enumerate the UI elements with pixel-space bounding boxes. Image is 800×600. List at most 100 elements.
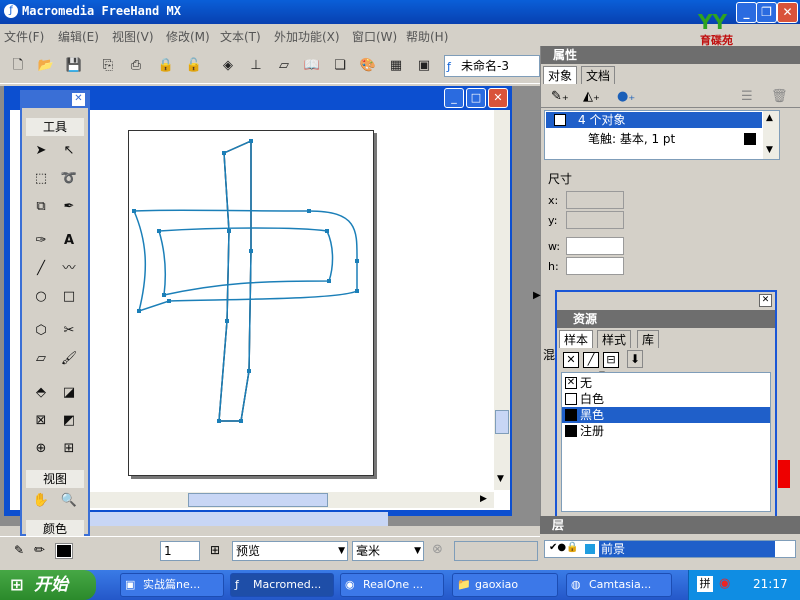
add-fill-icon[interactable]: ◭₊ <box>583 89 600 104</box>
layer-row[interactable]: ✔●🔒 前景 <box>544 540 796 558</box>
units-select[interactable]: 毫米 ▼ <box>352 541 424 561</box>
blend-tool-icon[interactable]: ⬘ <box>30 382 52 404</box>
tools-panel-header[interactable]: ✕ <box>22 92 88 108</box>
pen-tool-icon[interactable]: ✑ <box>30 230 52 252</box>
horizontal-scroll-thumb[interactable] <box>188 493 328 507</box>
swatch-item-white[interactable]: 白色 <box>562 391 770 407</box>
shadow-tool-icon[interactable]: ◪ <box>58 382 80 404</box>
properties-panel-header[interactable]: 属性 <box>541 46 800 64</box>
scroll-up-arrow-icon[interactable]: ▲ <box>766 113 773 123</box>
table-icon[interactable]: ▦ <box>386 56 406 76</box>
object-list-selected-row[interactable]: 4 个对象 <box>546 112 762 128</box>
add-effect-icon[interactable]: ●₊ <box>617 89 635 104</box>
menu-help[interactable]: 帮助(H) <box>406 28 448 45</box>
export-icon[interactable]: ⎙ <box>126 56 146 76</box>
doc-minimize-button[interactable]: _ <box>444 88 464 108</box>
horizontal-scrollbar[interactable]: ▶ <box>88 492 494 508</box>
scroll-right-arrow-icon[interactable]: ▶ <box>480 494 487 504</box>
save-icon[interactable]: 💾 <box>64 56 84 76</box>
doc-close-button[interactable]: ✕ <box>488 88 508 108</box>
ime-icon[interactable]: 拼 <box>697 576 713 592</box>
menu-window[interactable]: 窗口(W) <box>352 28 397 45</box>
rectangle-tool-icon[interactable]: □ <box>58 286 80 308</box>
document-selector[interactable]: ƒ 未命名-3 <box>444 55 540 77</box>
transform-icon[interactable]: ▱ <box>274 56 294 76</box>
eyedropper-tool-icon[interactable]: ✒ <box>58 196 80 218</box>
envelope-tool-icon[interactable]: ⊠ <box>30 410 52 432</box>
view-mode-select[interactable]: 预览 ▼ <box>232 541 348 561</box>
lock-icon[interactable]: 🔒 <box>156 56 176 76</box>
page-number-field[interactable]: 1 <box>160 541 200 561</box>
tools-close-icon[interactable]: ✕ <box>72 93 85 106</box>
taskbar-item-2[interactable]: ƒ Macromed... <box>230 573 334 597</box>
layers-icon[interactable]: ❏ <box>330 56 350 76</box>
group-icon[interactable]: ◈ <box>218 56 238 76</box>
add-stroke-icon[interactable]: ✎₊ <box>551 89 569 104</box>
text-tool-icon[interactable]: A <box>58 230 80 252</box>
stroke-color-icon[interactable]: ✏ <box>34 543 45 558</box>
add-page-icon[interactable]: ⊞ <box>210 543 220 557</box>
page-tool-icon[interactable]: ⬚ <box>30 168 52 190</box>
connector-tool-icon[interactable]: ⊞ <box>58 438 80 460</box>
maximize-button[interactable]: ❐ <box>756 2 777 23</box>
knife-tool-icon[interactable]: ✂ <box>58 320 80 342</box>
duplicate-attr-icon[interactable]: ☰ <box>741 89 753 104</box>
zoom-tool-icon[interactable]: 🔍 <box>58 490 80 512</box>
layer-visible-icon[interactable]: ✔●🔒 <box>549 542 579 553</box>
subselect-tool-icon[interactable]: ↖ <box>58 140 80 162</box>
unlock-icon[interactable]: 🔓 <box>184 56 204 76</box>
import-icon[interactable]: ⎘ <box>98 56 118 76</box>
tab-library[interactable]: 库 <box>637 330 660 348</box>
pointer-tool-icon[interactable]: ➤ <box>30 140 52 162</box>
polygon-tool-icon[interactable]: ⬡ <box>30 320 52 342</box>
y-field[interactable] <box>566 211 624 229</box>
eraser-tool-icon[interactable]: ▱ <box>30 348 52 370</box>
start-button[interactable]: ⊞ 开始 <box>0 570 96 600</box>
align-icon[interactable]: ⊥ <box>246 56 266 76</box>
hand-link-tool-icon[interactable]: ⊕ <box>30 438 52 460</box>
h-field[interactable] <box>566 257 624 275</box>
tab-document[interactable]: 文档 <box>581 66 616 84</box>
taskbar-item-3[interactable]: ◉ RealOne ... <box>340 573 444 597</box>
swatch-item-registration[interactable]: 注册 <box>562 423 770 439</box>
doc-maximize-button[interactable]: □ <box>466 88 486 108</box>
object-list-scrollbar[interactable]: ▲ ▼ <box>763 111 779 159</box>
fill-color-swatch[interactable] <box>55 543 73 559</box>
delete-attr-icon[interactable]: 🗑 <box>771 89 788 104</box>
color-mixer-icon[interactable]: 🎨 <box>358 56 378 76</box>
options-down-icon[interactable]: ⬇ <box>627 350 643 368</box>
vertical-scroll-thumb[interactable] <box>495 410 509 434</box>
book-icon[interactable]: 📖 <box>302 56 322 76</box>
taskbar-item-4[interactable]: 📁 gaoxiao <box>452 573 558 597</box>
object-checkbox[interactable] <box>554 114 566 126</box>
taskbar-item-5[interactable]: ◍ Camtasia... <box>566 573 672 597</box>
brush-tool-icon[interactable]: 🖌 <box>58 348 80 370</box>
swatch-item-none[interactable]: ✕ 无 <box>562 375 770 391</box>
vertical-scrollbar[interactable]: ▼ <box>494 110 510 490</box>
menu-text[interactable]: 文本(T) <box>220 28 261 45</box>
x-field[interactable] <box>566 191 624 209</box>
menu-view[interactable]: 视图(V) <box>112 28 154 45</box>
w-field[interactable] <box>566 237 624 255</box>
menu-modify[interactable]: 修改(M) <box>166 28 210 45</box>
line-tool-icon[interactable]: ╱ <box>30 258 52 280</box>
new-file-icon[interactable]: 🗋 <box>8 56 28 76</box>
swatch-item-black[interactable]: 黑色 <box>562 407 770 423</box>
perspective-tool-icon[interactable]: ◩ <box>58 410 80 432</box>
stroke-row[interactable]: 笔触: 基本, 1 pt <box>546 131 762 147</box>
scroll-down-arrow-icon[interactable]: ▼ <box>497 474 504 484</box>
menu-xtras[interactable]: 外加功能(X) <box>274 28 340 45</box>
fill-none-icon[interactable]: ✕ <box>563 352 579 368</box>
freeform-tool-icon[interactable]: 〰 <box>58 258 80 280</box>
layers-panel-header[interactable]: 层 <box>540 516 800 534</box>
menu-edit[interactable]: 编辑(E) <box>58 28 99 45</box>
tab-styles[interactable]: 样式 <box>597 330 632 348</box>
tab-object[interactable]: 对象 <box>543 66 578 84</box>
layer-color-chip[interactable] <box>585 544 595 554</box>
tab-swatches[interactable]: 样本 <box>559 330 594 348</box>
drawing-page[interactable] <box>128 130 374 476</box>
hand-tool-icon[interactable]: ✋ <box>30 490 52 512</box>
menu-file[interactable]: 文件(F) <box>4 28 44 45</box>
resources-close-icon[interactable]: ✕ <box>759 294 772 307</box>
lasso-tool-icon[interactable]: ➰ <box>58 168 80 190</box>
